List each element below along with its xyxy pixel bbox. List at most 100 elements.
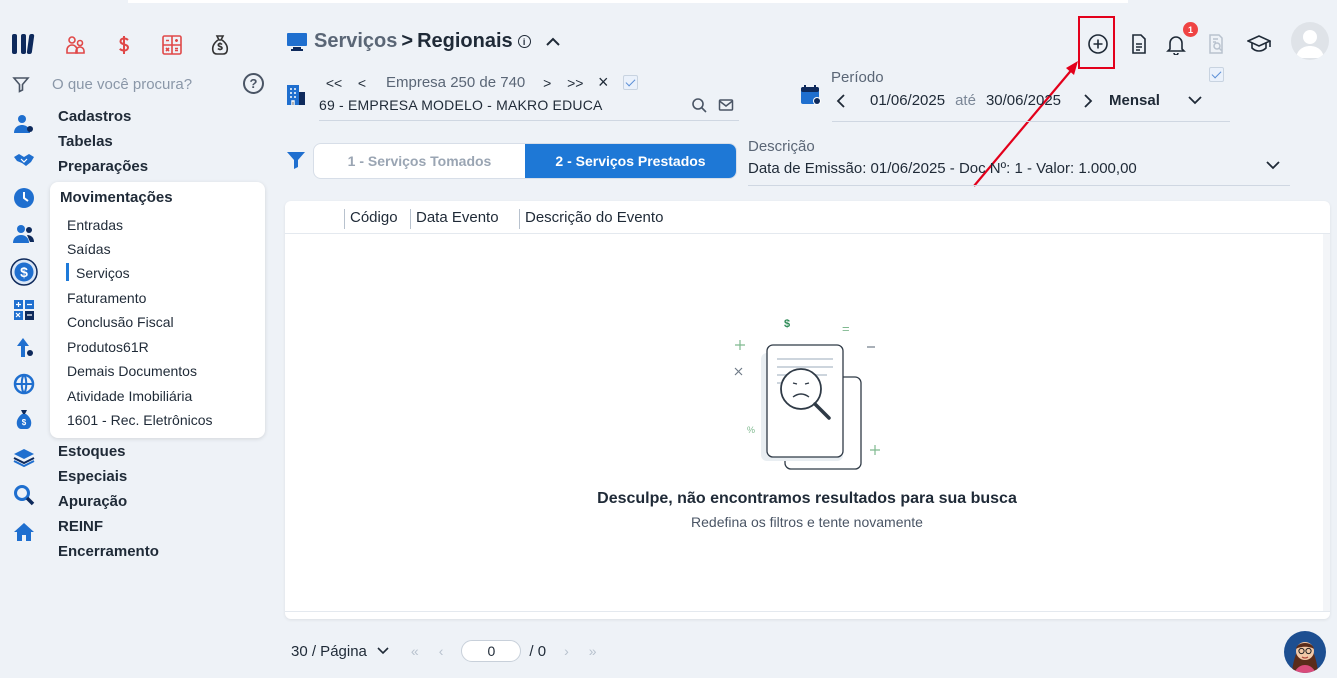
menu-item-especiais[interactable]: Especiais: [58, 468, 127, 485]
empty-state-subtitle: Redefina os filtros e tente novamente: [691, 514, 923, 530]
svg-text:$: $: [784, 318, 790, 330]
submenu-item-servicos[interactable]: Serviços: [66, 263, 130, 281]
tab-servicos-tomados[interactable]: 1 - Serviços Tomados: [314, 144, 525, 178]
periodo-checkbox[interactable]: [1209, 67, 1224, 82]
chevron-up-icon[interactable]: [545, 37, 561, 47]
app-switcher: [56, 28, 240, 62]
breadcrumb-servicos[interactable]: Serviços: [314, 30, 397, 53]
clock-icon[interactable]: [12, 186, 36, 210]
last-empresa-button[interactable]: >>: [561, 75, 589, 91]
mail-icon[interactable]: [718, 97, 734, 113]
descricao-chevron-down-icon[interactable]: [1266, 161, 1280, 170]
globe-icon[interactable]: [12, 372, 36, 396]
descricao-underline: [748, 185, 1290, 186]
period-to-label: até: [955, 92, 976, 109]
prev-page-icon[interactable]: ‹: [439, 643, 444, 659]
last-page-icon[interactable]: »: [589, 643, 597, 659]
first-page-button[interactable]: <<: [320, 75, 348, 91]
prev-period-icon[interactable]: [836, 93, 846, 108]
empresa-navigator: << < Empresa 250 de 740 > >> ×: [320, 72, 639, 93]
menu-item-tabelas[interactable]: Tabelas: [58, 133, 113, 150]
menu-item-encerramento[interactable]: Encerramento: [58, 543, 159, 560]
page-size-select[interactable]: 30 / Página: [291, 643, 367, 660]
submenu-item-produtos61r[interactable]: Produtos61R: [67, 339, 149, 355]
next-page-icon[interactable]: ›: [564, 643, 569, 659]
handshake-icon[interactable]: [12, 148, 36, 172]
period-start[interactable]: 01/06/2025: [870, 92, 945, 109]
assistant-avatar[interactable]: [1284, 631, 1326, 673]
submenu-item-atividade-imobiliaria[interactable]: Atividade Imobiliária: [67, 388, 192, 404]
breadcrumb-separator: >: [401, 30, 414, 52]
periodo-underline: [832, 121, 1230, 122]
empresa-counter: Empresa 250 de 740: [386, 74, 526, 91]
empresa-field[interactable]: 69 - EMPRESA MODELO - MAKRO EDUCA: [319, 97, 603, 113]
app-logo[interactable]: [10, 30, 38, 58]
prev-empresa-button[interactable]: <: [348, 75, 376, 91]
help-icon[interactable]: ?: [243, 73, 264, 94]
clear-empresa-button[interactable]: ×: [589, 72, 617, 93]
pagination: 30 / Página « ‹ 0 / 0 › »: [291, 640, 607, 662]
frequency-select[interactable]: Mensal: [1109, 92, 1160, 109]
money-bag-icon[interactable]: [200, 28, 240, 62]
submenu-item-saidas[interactable]: Saídas: [67, 241, 111, 257]
svg-text:$: $: [20, 264, 28, 280]
funnel-icon[interactable]: [286, 150, 306, 170]
page-number-input[interactable]: 0: [461, 640, 522, 662]
notification-badge: 1: [1183, 22, 1198, 37]
periodo-selector: 01/06/2025 até 30/06/2025 Mensal: [836, 92, 1202, 109]
building-icon: [286, 84, 306, 106]
column-descricao-evento[interactable]: Descrição do Evento: [519, 209, 663, 229]
next-period-icon[interactable]: [1083, 93, 1093, 108]
next-empresa-button[interactable]: >: [533, 75, 561, 91]
money-bag-rail-icon[interactable]: $: [12, 408, 36, 432]
people-icon[interactable]: [56, 28, 96, 62]
descricao-select[interactable]: Data de Emissão: 01/06/2025 - Doc Nº: 1 …: [748, 160, 1137, 177]
search-icon[interactable]: [691, 97, 707, 113]
menu-item-movimentacoes[interactable]: Movimentações: [60, 189, 173, 206]
top-border: [128, 0, 1128, 3]
submenu-movimentacoes: Movimentações Entradas Saídas Serviços F…: [50, 182, 265, 438]
bell-icon[interactable]: 1: [1162, 22, 1198, 58]
menu-item-preparacoes[interactable]: Preparações: [58, 158, 148, 175]
column-codigo[interactable]: Código: [344, 209, 398, 229]
empresa-checkbox[interactable]: [623, 75, 639, 90]
submenu-item-faturamento[interactable]: Faturamento: [67, 290, 146, 306]
submenu-item-rec-eletronicos[interactable]: 1601 - Rec. Eletrônicos: [67, 412, 213, 428]
user-avatar[interactable]: [1291, 22, 1329, 60]
empty-state-illustration: $ = %: [727, 315, 887, 475]
dollar-circle-icon[interactable]: $: [10, 258, 38, 286]
menu-item-cadastros[interactable]: Cadastros: [58, 108, 131, 125]
page-size-chevron-icon[interactable]: [377, 647, 389, 655]
calculator-grid-icon[interactable]: [12, 298, 36, 322]
page-title: Regionais: [417, 30, 513, 52]
table-header: Código Data Evento Descrição do Evento: [285, 201, 1330, 234]
upload-arrow-icon[interactable]: [12, 335, 36, 359]
service-tabs: 1 - Serviços Tomados 2 - Serviços Presta…: [313, 143, 737, 179]
submenu-item-demais-documentos[interactable]: Demais Documentos: [67, 363, 197, 379]
submenu-item-entradas[interactable]: Entradas: [67, 217, 123, 233]
submenu-item-conclusao-fiscal[interactable]: Conclusão Fiscal: [67, 314, 174, 330]
column-data-evento[interactable]: Data Evento: [410, 209, 499, 229]
page-total: / 0: [529, 642, 547, 660]
dollar-icon[interactable]: [104, 28, 144, 62]
svg-text:$: $: [22, 418, 27, 427]
info-icon[interactable]: i: [517, 35, 531, 48]
graduation-cap-icon[interactable]: [1245, 30, 1273, 58]
search-input[interactable]: O que você procura?: [52, 76, 192, 93]
svg-text:=: =: [842, 321, 850, 336]
first-page-icon[interactable]: «: [411, 643, 419, 659]
table-scrollbar[interactable]: [1323, 234, 1330, 612]
period-end[interactable]: 30/06/2025: [986, 92, 1061, 109]
empresa-field-underline: [319, 120, 739, 121]
menu-item-estoques[interactable]: Estoques: [58, 443, 126, 460]
document-icon[interactable]: [1125, 30, 1153, 58]
svg-text:%: %: [747, 425, 755, 435]
menu-search[interactable]: O que você procura? ?: [12, 72, 268, 96]
layers-icon[interactable]: [12, 445, 36, 469]
users-icon[interactable]: [12, 222, 36, 246]
person-settings-icon[interactable]: [12, 112, 36, 136]
chevron-down-icon[interactable]: [1188, 96, 1202, 105]
report-search-icon[interactable]: [1202, 30, 1230, 58]
calculator-icon[interactable]: [152, 28, 192, 62]
tab-servicos-prestados[interactable]: 2 - Serviços Prestados: [525, 144, 736, 178]
